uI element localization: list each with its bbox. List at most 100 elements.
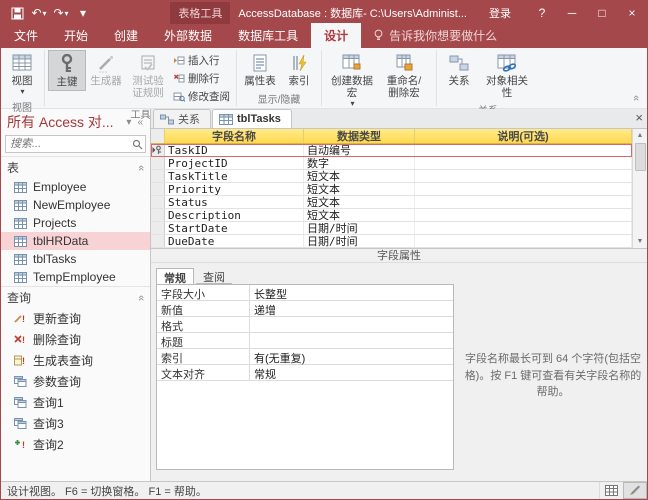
scrollbar-track[interactable]	[633, 142, 647, 235]
collapse-group-icon[interactable]: «	[135, 164, 147, 170]
field-name-cell[interactable]: TaskID	[165, 144, 304, 156]
scroll-up-icon[interactable]: ▲	[633, 129, 647, 142]
collapse-group-icon[interactable]: «	[135, 294, 147, 300]
grid-row-duedate[interactable]: DueDate 日期/时间	[151, 235, 632, 248]
nav-item-newemployee[interactable]: NewEmployee	[1, 196, 150, 214]
row-selector[interactable]	[151, 157, 165, 169]
close-button[interactable]: ×	[617, 1, 647, 25]
prop-row-new-values[interactable]: 新值 递增	[157, 301, 453, 317]
field-name-cell[interactable]: TaskTitle	[165, 170, 304, 182]
field-name-cell[interactable]: Description	[165, 209, 304, 221]
sign-in-link[interactable]: 登录	[489, 5, 511, 21]
grid-row-projectid[interactable]: ProjectID 数字	[151, 157, 632, 170]
grid-row-taskid[interactable]: TaskID 自动编号	[151, 144, 632, 157]
close-document-icon[interactable]: ×	[635, 111, 643, 124]
tab-file[interactable]: 文件	[1, 23, 51, 48]
maximize-button[interactable]: □	[587, 1, 617, 25]
description-cell[interactable]	[415, 144, 632, 156]
collapse-ribbon-icon[interactable]: «	[633, 92, 639, 104]
description-cell[interactable]	[415, 235, 632, 247]
grid-row-startdate[interactable]: StartDate 日期/时间	[151, 222, 632, 235]
field-name-cell[interactable]: StartDate	[165, 222, 304, 234]
datasheet-view-button[interactable]	[599, 482, 623, 499]
prop-row-text-align[interactable]: 文本对齐 常规	[157, 365, 453, 381]
redo-icon[interactable]: ↷▾	[51, 3, 71, 23]
grid-row-tasktitle[interactable]: TaskTitle 短文本	[151, 170, 632, 183]
prop-value[interactable]: 常规	[250, 365, 453, 380]
description-cell[interactable]	[415, 170, 632, 182]
data-type-cell[interactable]: 短文本	[304, 170, 415, 182]
nav-item-query2[interactable]: ! 查询2	[1, 434, 150, 455]
nav-group-queries[interactable]: 查询 «	[1, 286, 150, 308]
nav-item-query3[interactable]: 查询3	[1, 413, 150, 434]
prop-row-caption[interactable]: 标题	[157, 333, 453, 349]
primary-key-button[interactable]: 主键	[48, 50, 86, 91]
delete-rows-button[interactable]: 删除行	[170, 70, 233, 87]
prop-value[interactable]: 长整型	[250, 285, 453, 300]
minimize-button[interactable]: ─	[557, 1, 587, 25]
indexes-button[interactable]: 索引	[280, 50, 318, 89]
row-selector[interactable]	[151, 235, 165, 247]
grid-row-priority[interactable]: Priority 短文本	[151, 183, 632, 196]
field-name-cell[interactable]: Priority	[165, 183, 304, 195]
tab-general[interactable]: 常规	[156, 268, 194, 284]
insert-rows-button[interactable]: 插入行	[170, 52, 233, 69]
grid-row-description[interactable]: Description 短文本	[151, 209, 632, 222]
prop-value[interactable]: 递增	[250, 301, 453, 316]
save-icon[interactable]	[7, 3, 27, 23]
description-cell[interactable]	[415, 196, 632, 208]
property-sheet-button[interactable]: 属性表	[240, 50, 280, 89]
prop-value[interactable]	[250, 317, 453, 332]
nav-item-query1[interactable]: 查询1	[1, 392, 150, 413]
tab-home[interactable]: 开始	[51, 23, 101, 48]
nav-item-delete-query[interactable]: ! 删除查询	[1, 329, 150, 350]
nav-item-tbltasks[interactable]: tblTasks	[1, 250, 150, 268]
nav-item-make-table-query[interactable]: ! 生成表查询	[1, 350, 150, 371]
nav-search-box[interactable]	[5, 135, 146, 153]
help-button[interactable]: ?	[527, 1, 557, 25]
data-type-cell[interactable]: 短文本	[304, 196, 415, 208]
nav-item-tempemployee[interactable]: TempEmployee	[1, 268, 150, 286]
nav-item-projects[interactable]: Projects	[1, 214, 150, 232]
field-name-cell[interactable]: Status	[165, 196, 304, 208]
data-type-cell[interactable]: 自动编号	[304, 144, 415, 156]
tab-create[interactable]: 创建	[101, 23, 151, 48]
scroll-down-icon[interactable]: ▼	[633, 235, 647, 248]
row-selector[interactable]	[151, 209, 165, 221]
data-type-cell[interactable]: 日期/时间	[304, 235, 415, 247]
nav-item-employee[interactable]: Employee	[1, 178, 150, 196]
row-selector[interactable]	[151, 170, 165, 182]
redo-dropdown-icon[interactable]: ▾	[65, 9, 69, 18]
view-button[interactable]: 视图 ▾	[3, 50, 41, 98]
undo-dropdown-icon[interactable]: ▾	[43, 9, 47, 18]
nav-group-tables[interactable]: 表 «	[1, 156, 150, 178]
data-type-cell[interactable]: 日期/时间	[304, 222, 415, 234]
row-selector[interactable]	[151, 196, 165, 208]
tab-lookup[interactable]: 查阅	[196, 268, 232, 284]
prop-row-format[interactable]: 格式	[157, 317, 453, 333]
nav-item-update-query[interactable]: ! 更新查询	[1, 308, 150, 329]
design-view-button[interactable]	[623, 482, 647, 499]
tell-me-box[interactable]: 告诉我你想要做什么	[361, 23, 509, 48]
field-name-cell[interactable]: DueDate	[165, 235, 304, 247]
relationships-button[interactable]: 关系	[440, 50, 478, 89]
tab-design[interactable]: 设计	[311, 23, 361, 48]
primary-key-row-icon[interactable]	[151, 144, 165, 156]
object-dependencies-button[interactable]: 对象相关性	[478, 50, 536, 101]
grid-vertical-scrollbar[interactable]: ▲ ▼	[632, 129, 647, 248]
search-icon[interactable]	[129, 139, 145, 150]
row-selector[interactable]	[151, 222, 165, 234]
data-type-cell[interactable]: 数字	[304, 157, 415, 169]
grid-row-status[interactable]: Status 短文本	[151, 196, 632, 209]
description-cell[interactable]	[415, 157, 632, 169]
description-cell[interactable]	[415, 222, 632, 234]
prop-value[interactable]	[250, 333, 453, 348]
search-input[interactable]	[6, 137, 129, 151]
nav-item-parameter-query[interactable]: 参数查询	[1, 371, 150, 392]
prop-row-indexed[interactable]: 索引 有(无重复)	[157, 349, 453, 365]
data-type-cell[interactable]: 短文本	[304, 183, 415, 195]
builder-button[interactable]: 生成器	[86, 50, 126, 89]
field-name-cell[interactable]: ProjectID	[165, 157, 304, 169]
nav-item-tblhrdata[interactable]: tblHRData	[1, 232, 150, 250]
prop-row-field-size[interactable]: 字段大小 长整型	[157, 285, 453, 301]
